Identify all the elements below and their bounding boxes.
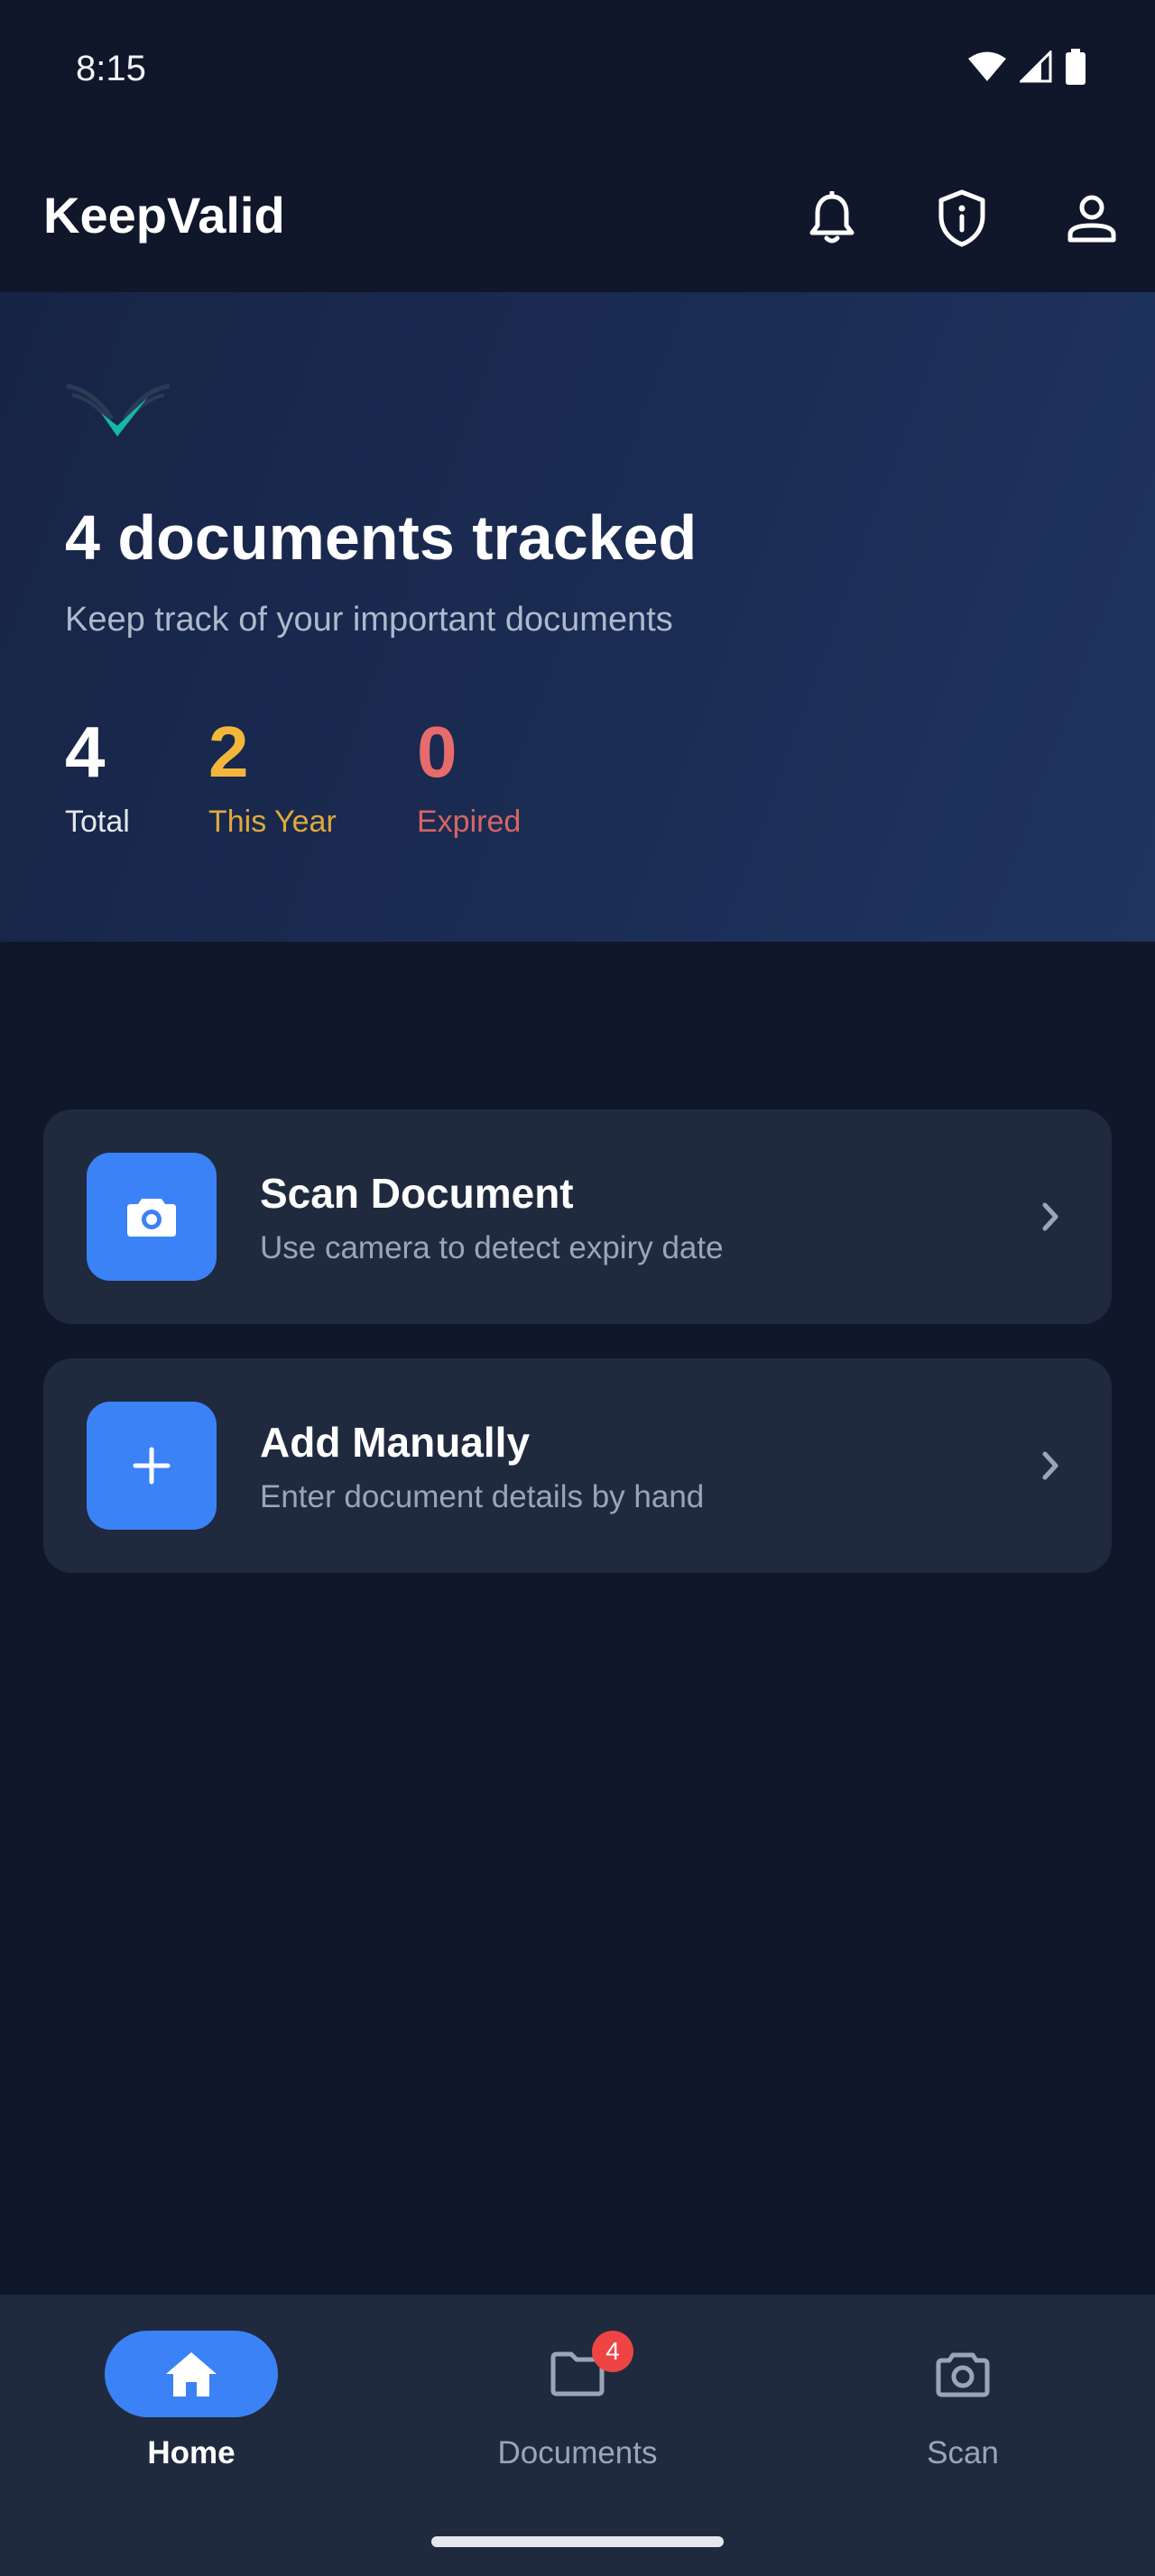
status-time: 8:15 — [76, 49, 146, 88]
add-manually-icon-tile — [87, 1402, 217, 1530]
nav-documents[interactable]: 4 Documents — [442, 2331, 713, 2471]
add-manually-card[interactable]: Add Manually Enter document details by h… — [43, 1358, 1112, 1573]
notifications-button[interactable] — [787, 173, 877, 263]
stat-total: 4 Total — [65, 716, 130, 840]
stat-this-year-label: This Year — [208, 805, 337, 839]
documents-count-badge: 4 — [592, 2331, 633, 2372]
nav-scan-label: Scan — [927, 2435, 999, 2470]
stat-this-year: 2 This Year — [208, 716, 337, 840]
wifi-icon — [968, 51, 1006, 81]
shield-info-icon — [938, 189, 985, 247]
plus-icon — [133, 1447, 171, 1485]
nav-home-pill — [105, 2331, 278, 2417]
chevron-right-icon — [1042, 1451, 1058, 1480]
stat-expired-label: Expired — [417, 805, 522, 839]
camera-icon — [936, 2352, 990, 2397]
scan-document-card[interactable]: Scan Document Use camera to detect expir… — [43, 1109, 1112, 1324]
privacy-button[interactable] — [917, 173, 1007, 263]
signal-icon — [1020, 51, 1052, 83]
app-actions — [787, 173, 1137, 263]
nav-scan[interactable]: Scan — [827, 2331, 1098, 2471]
nav-home[interactable]: Home — [56, 2331, 327, 2471]
hero-subtitle: Keep track of your important documents — [65, 601, 673, 639]
home-indicator[interactable] — [431, 2536, 724, 2547]
stat-expired-value: 0 — [417, 712, 457, 792]
profile-button[interactable] — [1047, 173, 1137, 263]
stat-total-value: 4 — [65, 712, 106, 792]
add-manually-subtitle: Enter document details by hand — [260, 1479, 705, 1514]
camera-icon — [127, 1199, 176, 1237]
scan-document-title: Scan Document — [260, 1170, 574, 1217]
stat-total-label: Total — [65, 805, 130, 839]
nav-scan-pill — [876, 2331, 1049, 2417]
app-bar: KeepValid — [0, 135, 1155, 292]
battery-icon — [1066, 49, 1086, 85]
summary-hero: 4 documents tracked Keep track of your i… — [0, 292, 1155, 942]
add-manually-title: Add Manually — [260, 1419, 531, 1466]
chevron-right-icon — [1042, 1202, 1058, 1231]
bottom-navigation: Home 4 Documents Scan — [0, 2295, 1155, 2576]
app-logo-icon — [66, 383, 171, 437]
status-bar: 8:15 — [0, 0, 1155, 135]
hero-title: 4 documents tracked — [65, 502, 698, 573]
nav-documents-label: Documents — [497, 2435, 658, 2470]
person-icon — [1067, 195, 1116, 243]
home-icon — [166, 2352, 217, 2397]
scan-document-icon-tile — [87, 1153, 217, 1281]
stat-expired: 0 Expired — [417, 716, 521, 840]
bell-icon — [809, 191, 855, 244]
status-icons — [967, 49, 1086, 85]
scan-document-subtitle: Use camera to detect expiry date — [260, 1230, 724, 1265]
nav-documents-pill: 4 — [491, 2331, 664, 2417]
stat-this-year-value: 2 — [208, 712, 249, 792]
app-title: KeepValid — [43, 187, 285, 244]
nav-home-label: Home — [147, 2435, 236, 2470]
